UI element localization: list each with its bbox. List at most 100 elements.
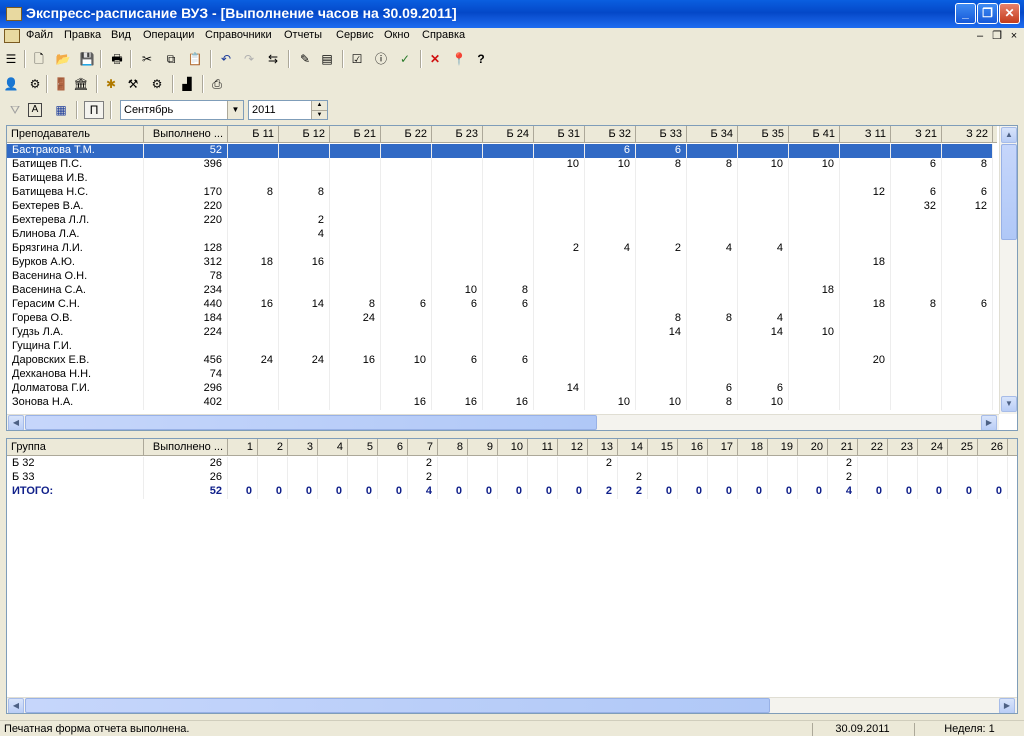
table-cell[interactable] xyxy=(330,340,381,354)
column-header[interactable]: 26 xyxy=(978,439,1008,456)
table-row[interactable]: Зонова Н.А. 402 16 16 16 10 10 8 10 xyxy=(7,396,993,410)
table-cell[interactable] xyxy=(840,326,891,340)
table-cell[interactable] xyxy=(891,326,942,340)
table-row[interactable]: Дехканова Н.Н. 74 xyxy=(7,368,993,382)
column-header[interactable]: Б 21 xyxy=(330,126,381,143)
table-cell[interactable] xyxy=(534,186,585,200)
table-cell[interactable]: 2 xyxy=(828,471,858,485)
table-cell[interactable] xyxy=(528,471,558,485)
column-header[interactable]: 9 xyxy=(468,439,498,456)
table-cell[interactable]: 170 xyxy=(144,186,228,200)
table-row[interactable]: Гущина Г.И. xyxy=(7,340,993,354)
table-cell[interactable] xyxy=(381,312,432,326)
table-cell[interactable]: 18 xyxy=(789,284,840,298)
table-cell[interactable] xyxy=(585,298,636,312)
mdi-minimize-button[interactable]: – xyxy=(972,29,988,43)
table-cell[interactable] xyxy=(789,228,840,242)
table-cell[interactable]: 26 xyxy=(144,457,228,471)
table-cell[interactable] xyxy=(144,228,228,242)
column-header[interactable]: 18 xyxy=(738,439,768,456)
table-cell[interactable] xyxy=(891,270,942,284)
table-cell[interactable]: 456 xyxy=(144,354,228,368)
table-cell[interactable]: 8 xyxy=(483,284,534,298)
table-cell[interactable] xyxy=(588,471,618,485)
table-cell[interactable] xyxy=(378,457,408,471)
table-cell[interactable] xyxy=(381,144,432,158)
table-cell[interactable] xyxy=(585,186,636,200)
column-header[interactable]: 14 xyxy=(618,439,648,456)
year-spinner[interactable]: 2011 ▲ ▼ xyxy=(248,100,328,120)
table-cell[interactable] xyxy=(483,312,534,326)
table-row[interactable]: Горева О.В. 184 24 8 8 4 xyxy=(7,312,993,326)
table-cell[interactable]: 16 xyxy=(330,354,381,368)
column-header[interactable]: 7 xyxy=(408,439,438,456)
column-header[interactable]: 25 xyxy=(948,439,978,456)
table-cell[interactable]: 32 xyxy=(891,200,942,214)
column-header[interactable]: 24 xyxy=(918,439,948,456)
column-header[interactable]: Б 41 xyxy=(789,126,840,143)
table-cell[interactable]: 8 xyxy=(228,186,279,200)
table-cell[interactable] xyxy=(330,270,381,284)
row-name-cell[interactable]: Бурков А.Ю. xyxy=(7,256,144,270)
table-cell[interactable] xyxy=(840,382,891,396)
table-cell[interactable]: 6 xyxy=(942,186,993,200)
table-cell[interactable] xyxy=(738,186,789,200)
teacher-icon[interactable]: 👤 xyxy=(2,75,20,93)
minimize-button[interactable]: _ xyxy=(955,3,976,24)
table-cell[interactable]: 12 xyxy=(942,200,993,214)
table-cell[interactable] xyxy=(432,312,483,326)
table-row[interactable]: Брязгина Л.И. 128 2 4 2 4 4 xyxy=(7,242,993,256)
table-cell[interactable] xyxy=(798,457,828,471)
column-header[interactable]: 4 xyxy=(318,439,348,456)
table-cell[interactable] xyxy=(585,172,636,186)
column-header[interactable]: 13 xyxy=(588,439,618,456)
table-cell[interactable] xyxy=(432,256,483,270)
report-icon[interactable]: ▤ xyxy=(318,50,336,68)
table-cell[interactable] xyxy=(636,228,687,242)
table-cell[interactable]: 16 xyxy=(381,396,432,410)
table-cell[interactable]: 2 xyxy=(408,471,438,485)
table-cell[interactable] xyxy=(468,457,498,471)
table-cell[interactable] xyxy=(585,284,636,298)
table-row[interactable]: Б 32 26 2 2 2 xyxy=(7,457,1008,471)
table-cell[interactable]: 2 xyxy=(636,242,687,256)
table-cell[interactable]: 4 xyxy=(279,228,330,242)
top-vertical-scroll-thumb[interactable] xyxy=(1001,144,1017,240)
table-cell[interactable] xyxy=(858,457,888,471)
table-cell[interactable]: 6 xyxy=(432,354,483,368)
table-cell[interactable] xyxy=(534,284,585,298)
table-cell[interactable]: 296 xyxy=(144,382,228,396)
scroll-right-icon[interactable]: ▶ xyxy=(999,698,1015,713)
table-cell[interactable] xyxy=(381,172,432,186)
table-row[interactable]: Даровских Е.В. 456 24 24 16 10 6 6 20 xyxy=(7,354,993,368)
row-name-cell[interactable]: Даровских Е.В. xyxy=(7,354,144,368)
copy-icon[interactable]: ⧉ xyxy=(162,50,180,68)
table-cell[interactable] xyxy=(432,270,483,284)
column-header[interactable]: Выполнено ... xyxy=(144,126,228,143)
table-cell[interactable] xyxy=(144,172,228,186)
groups-grid[interactable]: Группа Выполнено ... 1 2 3 4 5 6 7 8 9 10 11 12 13 14 15… xyxy=(6,438,1018,714)
table-cell[interactable] xyxy=(330,284,381,298)
table-cell[interactable] xyxy=(228,228,279,242)
table-cell[interactable] xyxy=(942,242,993,256)
table-cell[interactable]: 2 xyxy=(588,485,618,499)
table-cell[interactable] xyxy=(687,326,738,340)
table-cell[interactable] xyxy=(432,172,483,186)
table-cell[interactable]: 6 xyxy=(891,186,942,200)
table-cell[interactable] xyxy=(528,457,558,471)
table-cell[interactable] xyxy=(483,382,534,396)
table-cell[interactable] xyxy=(378,471,408,485)
table-cell[interactable] xyxy=(288,457,318,471)
table-cell[interactable]: 4 xyxy=(738,242,789,256)
table-cell[interactable] xyxy=(585,340,636,354)
export-icon[interactable]: ⎙ xyxy=(208,75,226,93)
table-cell[interactable] xyxy=(534,312,585,326)
table-cell[interactable]: 0 xyxy=(318,485,348,499)
table-cell[interactable] xyxy=(942,256,993,270)
table-cell[interactable] xyxy=(228,200,279,214)
table-cell[interactable] xyxy=(840,228,891,242)
table-cell[interactable] xyxy=(534,256,585,270)
table-row[interactable]: Батищева И.В. xyxy=(7,172,993,186)
table-cell[interactable] xyxy=(432,200,483,214)
table-cell[interactable]: 78 xyxy=(144,270,228,284)
